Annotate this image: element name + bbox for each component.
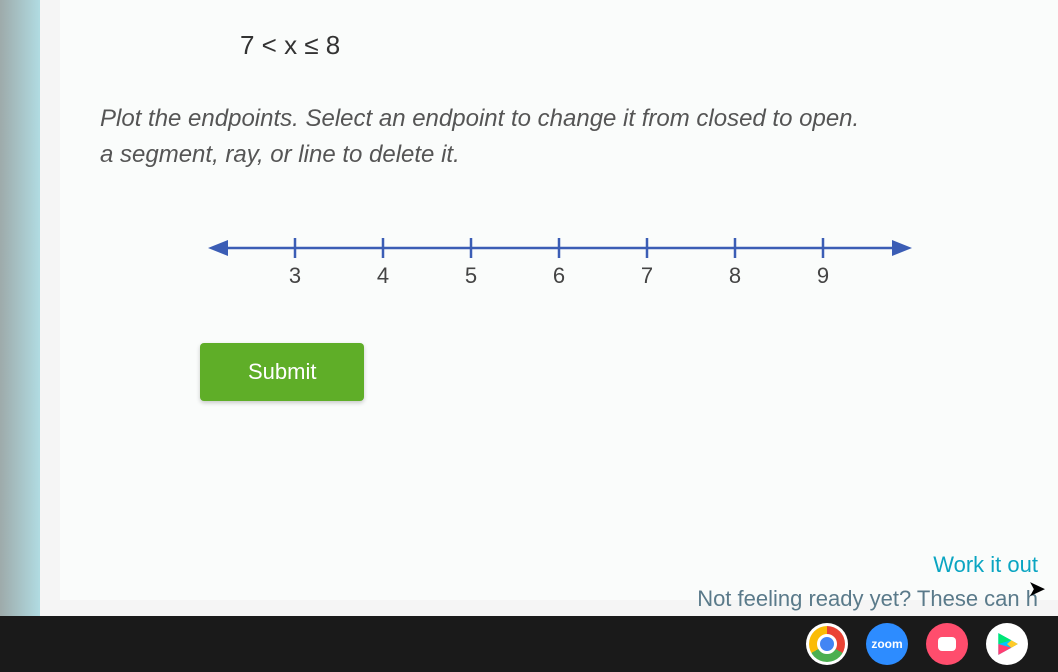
arrow-right-icon (892, 240, 912, 256)
instruction-line-2: a segment, ray, or line to delete it. (100, 141, 460, 168)
work-it-out-link[interactable]: Work it out (697, 552, 1038, 578)
footer-hints: Work it out Not feeling ready yet? These… (697, 552, 1038, 612)
number-line[interactable]: 3 4 5 6 7 8 9 (200, 223, 920, 303)
tick-label-8: 8 (729, 263, 741, 288)
screen-edge-glow (0, 0, 40, 672)
arrow-left-icon (208, 240, 228, 256)
exercise-panel: 7 < x ≤ 8 Plot the endpoints. Select an … (60, 0, 1058, 600)
tick-label-9: 9 (817, 263, 829, 288)
inequality-expression: 7 < x ≤ 8 (240, 30, 1018, 61)
tick-label-5: 5 (465, 263, 477, 288)
instructions-text: Plot the endpoints. Select an endpoint t… (100, 101, 1018, 173)
taskbar: zoom (0, 616, 1058, 672)
chrome-icon[interactable] (806, 623, 848, 665)
not-ready-text: Not feeling ready yet? These can h (697, 586, 1038, 612)
instruction-line-1: Plot the endpoints. Select an endpoint t… (100, 105, 859, 132)
zoom-icon[interactable]: zoom (866, 623, 908, 665)
chat-icon[interactable] (926, 623, 968, 665)
tick-label-6: 6 (553, 263, 565, 288)
cursor-icon: ➤ (1028, 576, 1046, 602)
tick-label-4: 4 (377, 263, 389, 288)
submit-button[interactable]: Submit (200, 343, 364, 401)
play-store-icon[interactable] (986, 623, 1028, 665)
number-line-svg[interactable]: 3 4 5 6 7 8 9 (200, 223, 920, 303)
tick-label-3: 3 (289, 263, 301, 288)
tick-label-7: 7 (641, 263, 653, 288)
